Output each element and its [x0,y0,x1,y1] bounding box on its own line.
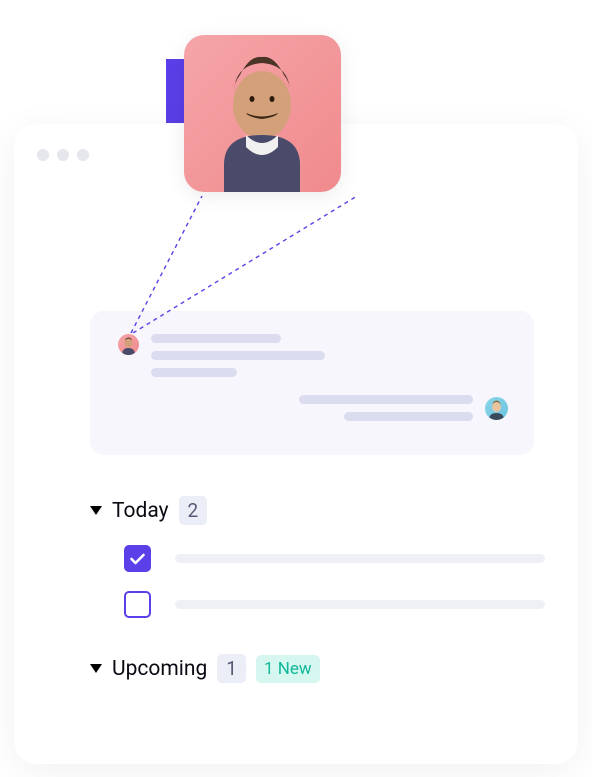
chevron-down-icon [90,664,102,673]
section-header-today[interactable]: Today 2 [90,496,207,525]
skeleton-line [151,334,281,343]
app-window: Today 2 Upcoming 1 1 New [14,124,578,764]
new-badge: 1 New [256,655,320,683]
decorative-accent [166,59,186,123]
message-incoming [118,334,325,377]
avatar-preview-card [184,35,341,192]
skeleton-line [151,368,237,377]
checkbox-unchecked[interactable] [124,591,151,618]
window-controls [37,149,89,161]
skeleton-line [299,395,473,404]
traffic-light-minimize[interactable] [57,149,69,161]
task-content-placeholder [175,600,545,609]
message-content-placeholder [299,395,473,421]
message-outgoing [299,395,508,421]
count-badge: 2 [179,496,208,525]
chat-preview-panel [90,311,534,455]
section-header-upcoming[interactable]: Upcoming 1 1 New [90,654,320,683]
skeleton-line [151,351,325,360]
task-row[interactable] [124,591,545,618]
chevron-down-icon [90,506,102,515]
avatar-recipient [485,397,508,420]
count-badge: 1 [217,654,246,683]
traffic-light-close[interactable] [37,149,49,161]
task-row[interactable] [124,545,545,572]
avatar-image [184,35,341,192]
section-title: Today [112,499,169,523]
section-today: Today 2 [90,496,207,525]
section-title: Upcoming [112,657,207,681]
task-content-placeholder [175,554,545,563]
checkbox-checked[interactable] [124,545,151,572]
skeleton-line [344,412,473,421]
avatar-sender [118,334,139,355]
section-upcoming: Upcoming 1 1 New [90,654,320,683]
message-content-placeholder [151,334,325,377]
traffic-light-maximize[interactable] [77,149,89,161]
check-icon [130,553,145,565]
